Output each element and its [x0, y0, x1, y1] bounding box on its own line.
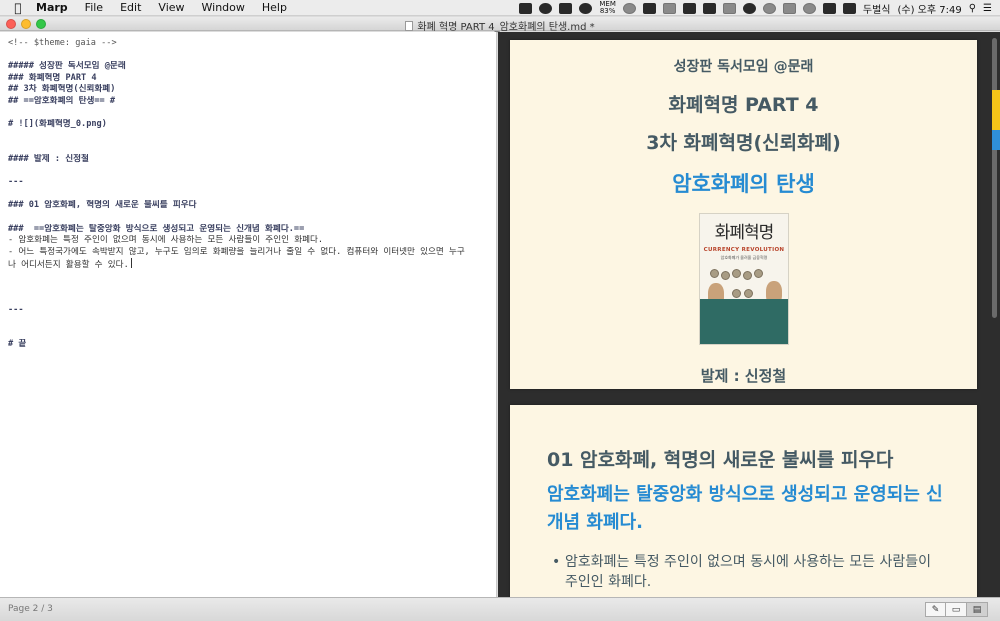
editor-line[interactable] [8, 328, 496, 340]
slide-presenter: 발제 : 신정철 [700, 367, 787, 385]
slide-1: 성장판 독서모임 @문래 화폐혁명 PART 4 3차 화폐혁명(신뢰화폐) 암… [510, 40, 977, 389]
slide-preview[interactable]: 성장판 독서모임 @문래 화폐혁명 PART 4 3차 화폐혁명(신뢰화폐) 암… [498, 32, 1000, 597]
preview-scrollbar[interactable] [992, 38, 997, 318]
slide-highlight-heading: 암호화폐는 탈중앙화 방식으로 생성되고 운영되는 신개념 화폐다. [547, 484, 943, 533]
menu-help[interactable]: Help [262, 1, 287, 14]
pen-icon[interactable] [722, 2, 736, 14]
pencil-icon: ✎ [931, 604, 940, 615]
slide-mode-button[interactable]: ▭ [946, 602, 967, 617]
list-item: 암호화폐는 특정 주인이 없으며 동시에 사용하는 모든 사람들이 주인인 화폐… [552, 552, 945, 592]
spotlight-icon[interactable]: ⚲ [969, 3, 976, 14]
editor-line[interactable]: ### ==암호화폐는 탈중앙화 방식으로 생성되고 운영되는 신개념 화폐다.… [8, 224, 496, 236]
bluetooth-icon[interactable] [782, 2, 796, 14]
menu-file[interactable]: File [85, 1, 103, 14]
editor-line[interactable] [8, 142, 496, 154]
status-menus: MEM 83% 두벌식 (수) 오후 7:49 ⚲ ☰ [519, 0, 992, 16]
slide-bullet-list: 암호화폐는 특정 주인이 없으며 동시에 사용하는 모든 사람들이 주인인 화폐… [552, 552, 945, 592]
input-source-label[interactable]: 두벌식 [863, 1, 891, 16]
markdown-editor[interactable]: <!-- $theme: gaia --> ##### 성장판 독서모임 @문래 #… [0, 32, 497, 597]
editor-line[interactable]: #### 발제 : 신정철 [8, 154, 496, 166]
page-indicator: Page 2 / 3 [8, 604, 53, 614]
wd-drive-icon[interactable] [559, 2, 573, 14]
slide-h2-heading: 3차 화폐혁명(신뢰화폐) [646, 132, 841, 154]
wave-icon[interactable] [662, 2, 676, 14]
editor-line[interactable]: <!-- $theme: gaia --> [8, 38, 496, 50]
slide-h5-heading: 성장판 독서모임 @문래 [673, 59, 814, 75]
editor-line[interactable] [8, 50, 496, 62]
editor-line[interactable] [8, 293, 496, 305]
time-machine-icon[interactable] [762, 2, 776, 14]
editor-line[interactable] [8, 108, 496, 120]
menu-view[interactable]: View [158, 1, 184, 14]
book-cover-image: 화폐혁명 CURRENCY REVOLUTION 암호화폐가 몰려올 금융혁명 [699, 213, 789, 345]
split-view-icon: ▤ [972, 604, 982, 615]
keyboard-layout-icon[interactable] [842, 2, 856, 14]
editor-line[interactable]: --- [8, 177, 496, 189]
editor-line[interactable]: # 끝 [8, 339, 496, 351]
editor-line[interactable] [8, 131, 496, 143]
editor-line[interactable] [8, 189, 496, 201]
editor-line[interactable]: ## ==암호화폐의 탄생== # [8, 96, 496, 108]
dropbox-icon[interactable] [579, 2, 593, 14]
split-mode-button[interactable]: ▤ [967, 602, 988, 617]
editor-line[interactable]: ##### 성장판 독서모임 @문래 [8, 61, 496, 73]
clock[interactable]: (수) 오후 7:49 [897, 1, 961, 16]
memory-meter[interactable]: MEM 83% [599, 1, 616, 15]
editor-line[interactable]: # ![](화폐혁명_0.png) [8, 119, 496, 131]
slide-2: 01 암호화폐, 혁명의 새로운 불씨를 피우다 암호화폐는 탈중앙화 방식으로… [510, 405, 977, 597]
book-subtitle: CURRENCY REVOLUTION [703, 247, 785, 253]
edit-mode-button[interactable]: ✎ [925, 602, 946, 617]
text-cursor [130, 258, 132, 269]
app-menu[interactable]: Marp [36, 1, 68, 14]
editor-line[interactable]: ### 화폐혁명 PART 4 [8, 73, 496, 85]
document-icon[interactable] [405, 21, 414, 31]
notification-center-icon[interactable]: ☰ [983, 3, 992, 14]
editor-line[interactable]: - 어느 특정국가에도 속박받지 않고, 누구도 임의로 화폐량을 늘리거나 줄… [8, 247, 496, 259]
editor-line[interactable] [8, 316, 496, 328]
editor-line[interactable] [8, 166, 496, 178]
editor-line[interactable] [8, 281, 496, 293]
play-icon[interactable] [622, 2, 636, 14]
desktop-peek [992, 90, 1000, 150]
editor-line[interactable] [8, 212, 496, 224]
editor-line[interactable]: --- [8, 305, 496, 317]
slide-highlight-heading: 암호화폐의 탄생 [672, 172, 815, 196]
status-bar: Page 2 / 3 ✎ ▭ ▤ [0, 597, 1000, 621]
book-caption: 암호화폐가 몰려올 금융혁명 [720, 255, 768, 260]
editor-line[interactable]: ### 01 암호화폐, 혁명의 새로운 불씨를 피우다 [8, 200, 496, 212]
ghost-icon[interactable] [742, 2, 756, 14]
system-menu-bar:  Marp File Edit View Window Help MEM83%… [0, 0, 1000, 16]
camera-icon[interactable] [519, 2, 533, 14]
menu-window[interactable]: Window [202, 1, 245, 14]
apple-menu-icon[interactable]:  [12, 1, 24, 15]
window-title: 화폐 혁명 PART 4_암호화폐의 탄생.md * [0, 18, 1000, 33]
view-mode-switcher: ✎ ▭ ▤ [925, 602, 988, 617]
book-title: 화폐혁명 [714, 223, 775, 243]
editor-line[interactable]: 나 어디서든지 활용할 수 있다. [8, 258, 496, 270]
book-band [700, 299, 788, 344]
cloud-icon[interactable] [682, 2, 696, 14]
slide-h3-heading: 화폐혁명 PART 4 [668, 94, 819, 116]
editor-line[interactable]: - 암호화폐는 특정 주인이 없으며 동시에 사용하는 모든 사람들이 주인인 … [8, 235, 496, 247]
battery-icon[interactable] [822, 2, 836, 14]
window-title-bar[interactable]: 화폐 혁명 PART 4_암호화폐의 탄생.md * [0, 17, 1000, 33]
wifi-icon[interactable] [802, 2, 816, 14]
editor-line[interactable]: ## 3차 화폐혁명(신뢰화폐) [8, 84, 496, 96]
notes-icon[interactable] [702, 2, 716, 14]
slide-h3-heading: 01 암호화폐, 혁명의 새로운 불씨를 피우다 [547, 449, 894, 471]
qr-icon[interactable] [642, 2, 656, 14]
evernote-icon[interactable] [539, 2, 553, 14]
editor-line[interactable] [8, 270, 496, 282]
monitor-icon: ▭ [951, 604, 961, 615]
menu-edit[interactable]: Edit [120, 1, 141, 14]
